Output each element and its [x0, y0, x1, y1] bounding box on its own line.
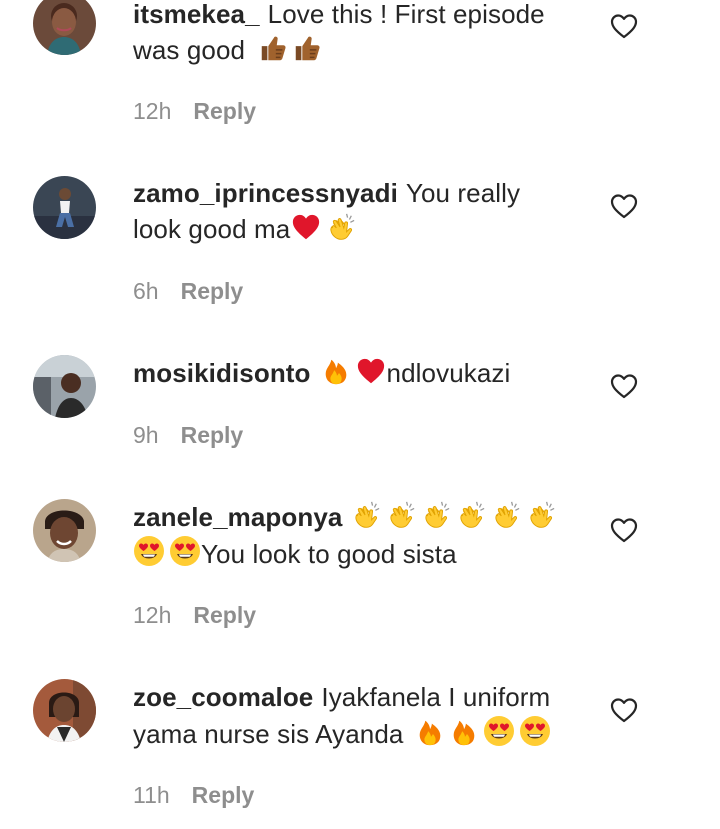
reply-button[interactable]: Reply — [181, 422, 244, 448]
comment-meta: 12h Reply — [133, 601, 256, 629]
comment-meta: 11h Reply — [133, 781, 254, 809]
avatar[interactable] — [33, 355, 96, 418]
comment-meta: 9h Reply — [133, 421, 243, 449]
red-heart-icon — [355, 356, 387, 386]
comment-line-1: You really — [405, 178, 521, 208]
reply-button[interactable]: Reply — [192, 782, 255, 808]
clapping-hands-icon — [526, 500, 556, 530]
timestamp: 6h — [133, 278, 159, 304]
comment-meta: 6h Reply — [133, 277, 243, 305]
comment-line-2: You look to good sista — [201, 539, 457, 569]
heart-eyes-face-icon — [519, 715, 551, 747]
comment-line-1: ndlovukazi — [386, 358, 511, 388]
timestamp: 9h — [133, 422, 159, 448]
thumbs-up-icon — [292, 33, 322, 63]
heart-outline-icon — [610, 193, 638, 219]
username[interactable]: itsmekea_ — [133, 0, 260, 29]
comment-text: mosikidisonto ndlovukazi — [133, 355, 583, 391]
heart-outline-icon — [610, 697, 638, 723]
comment-text: zamo_iprincessnyadi You really look good … — [133, 175, 583, 247]
timestamp: 12h — [133, 602, 172, 628]
reply-button[interactable]: Reply — [181, 278, 244, 304]
heart-outline-icon — [610, 373, 638, 399]
clapping-hands-icon — [456, 500, 486, 530]
comment-line-2: was good — [133, 35, 246, 65]
fire-icon — [321, 356, 351, 386]
username[interactable]: zanele_maponya — [133, 502, 343, 532]
clapping-hands-icon — [421, 500, 451, 530]
like-button[interactable] — [610, 193, 638, 219]
avatar[interactable] — [33, 176, 96, 239]
heart-eyes-face-icon — [483, 715, 515, 747]
comment-text: zanele_maponya You look to good sista — [133, 499, 583, 572]
avatar[interactable] — [33, 679, 96, 742]
username[interactable]: mosikidisonto — [133, 358, 311, 388]
username[interactable]: zoe_coomaloe — [133, 682, 313, 712]
comment-list: itsmekea_ Love this ! First episode was g… — [0, 0, 720, 829]
clapping-hands-icon — [386, 500, 416, 530]
heart-outline-icon — [610, 517, 638, 543]
like-button[interactable] — [610, 13, 638, 39]
avatar[interactable] — [33, 499, 96, 562]
like-button[interactable] — [610, 373, 638, 399]
heart-eyes-face-icon — [133, 535, 165, 567]
username[interactable]: zamo_iprincessnyadi — [133, 178, 398, 208]
like-button[interactable] — [610, 697, 638, 723]
clapping-hands-icon — [326, 212, 356, 242]
like-button[interactable] — [610, 517, 638, 543]
heart-outline-icon — [610, 13, 638, 39]
clapping-hands-icon — [491, 500, 521, 530]
comment-line-1: Love this ! First episode — [267, 0, 545, 29]
avatar[interactable] — [33, 0, 96, 55]
comment-line-2: look good ma — [133, 214, 291, 244]
heart-eyes-face-icon — [169, 535, 201, 567]
fire-icon — [449, 717, 479, 747]
comment-meta: 12h Reply — [133, 97, 256, 125]
timestamp: 12h — [133, 98, 172, 124]
comment-line-2: yama nurse sis Ayanda — [133, 719, 404, 749]
reply-button[interactable]: Reply — [193, 98, 256, 124]
reply-button[interactable]: Reply — [193, 602, 256, 628]
clapping-hands-icon — [351, 500, 381, 530]
fire-icon — [415, 717, 445, 747]
comment-text: zoe_coomaloe Iyakfanela I uniform yama nu… — [133, 679, 583, 752]
comment-text: itsmekea_ Love this ! First episode was g… — [133, 0, 583, 68]
comment-line-1: Iyakfanela I uniform — [321, 682, 551, 712]
red-heart-icon — [290, 212, 322, 242]
timestamp: 11h — [133, 782, 170, 808]
thumbs-up-icon — [258, 33, 288, 63]
